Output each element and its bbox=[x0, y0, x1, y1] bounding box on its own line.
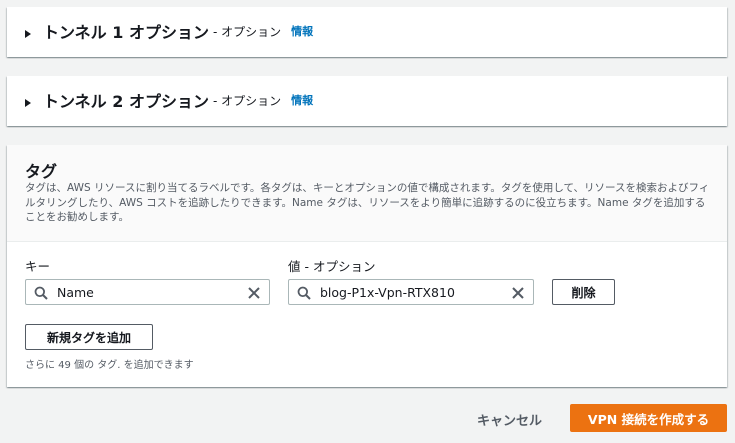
tag-key-input[interactable]: Name bbox=[25, 279, 270, 305]
tunnel-1-options-toggle[interactable]: トンネル 1 オプション - オプション 情報 bbox=[25, 20, 313, 42]
search-icon bbox=[34, 286, 48, 300]
tag-value-input[interactable]: blog-P1x-Vpn-RTX810 bbox=[288, 279, 534, 305]
remove-tag-button[interactable]: 削除 bbox=[552, 279, 615, 305]
search-icon bbox=[297, 286, 311, 300]
tunnel-1-suffix: - オプション bbox=[212, 24, 282, 39]
tags-remaining-hint: さらに 49 個の タグ. を追加できます bbox=[25, 360, 194, 371]
tags-header: タグ タグは、AWS リソースに割り当てるラベルです。各タグは、キーとオプション… bbox=[7, 145, 727, 242]
tunnel-2-options-toggle[interactable]: トンネル 2 オプション - オプション 情報 bbox=[25, 89, 313, 111]
tunnel-2-options-panel: トンネル 2 オプション - オプション 情報 bbox=[7, 76, 727, 126]
tags-title: タグ bbox=[25, 162, 58, 181]
tags-panel: タグ タグは、AWS リソースに割り当てるラベルです。各タグは、キーとオプション… bbox=[7, 145, 727, 387]
tunnel-1-info-link[interactable]: 情報 bbox=[291, 23, 313, 39]
tags-description: タグは、AWS リソースに割り当てるラベルです。各タグは、キーとオプションの値で… bbox=[25, 182, 710, 223]
cancel-button[interactable]: キャンセル bbox=[477, 410, 542, 429]
caret-right-icon bbox=[25, 98, 31, 107]
tunnel-2-title: トンネル 2 オプション bbox=[43, 92, 209, 111]
tunnel-2-suffix: - オプション bbox=[212, 93, 282, 108]
tunnel-1-options-panel: トンネル 1 オプション - オプション 情報 bbox=[7, 7, 727, 57]
tag-key-value: Name bbox=[57, 285, 94, 300]
close-icon[interactable] bbox=[247, 286, 261, 300]
tunnel-1-title: トンネル 1 オプション bbox=[43, 23, 209, 42]
create-vpn-connection-button[interactable]: VPN 接続を作成する bbox=[570, 404, 727, 432]
value-label: 値 - オプション bbox=[288, 259, 376, 274]
add-tag-button[interactable]: 新規タグを追加 bbox=[25, 324, 153, 350]
tag-value-value: blog-P1x-Vpn-RTX810 bbox=[320, 285, 455, 300]
key-label: キー bbox=[25, 259, 51, 274]
tunnel-2-info-link[interactable]: 情報 bbox=[291, 92, 313, 108]
caret-right-icon bbox=[25, 29, 31, 38]
close-icon[interactable] bbox=[511, 286, 525, 300]
